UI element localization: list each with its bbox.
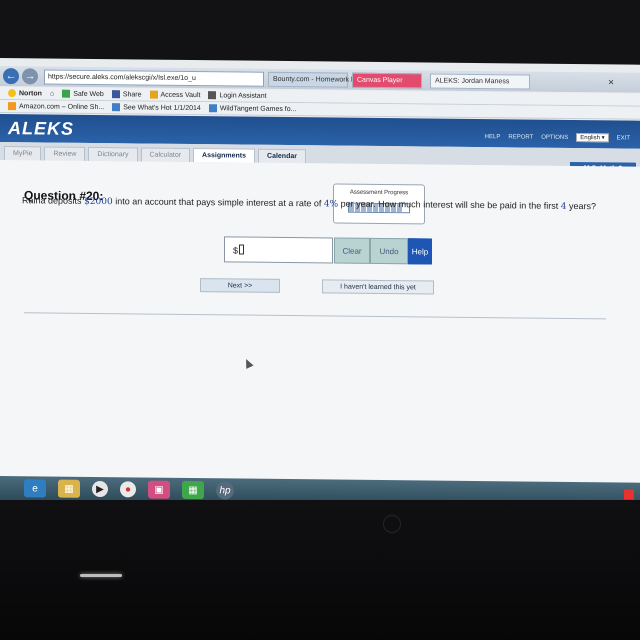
chrome-icon[interactable]: ●: [120, 481, 136, 498]
media-player-icon[interactable]: ▶: [92, 480, 108, 498]
clear-button[interactable]: Clear: [334, 237, 370, 264]
tab-aleks[interactable]: ALEKS: Jordan Maness: [430, 73, 530, 90]
answer-input[interactable]: $: [224, 236, 333, 264]
amazon-icon: [8, 102, 16, 111]
ie-page-icon: [208, 104, 217, 113]
bookmark-amazon[interactable]: Amazon.com – Online Sh...: [8, 102, 104, 111]
forward-arrow-icon[interactable]: →: [22, 68, 38, 85]
vault-icon: [149, 90, 158, 99]
safe-web-button[interactable]: Safe Web: [62, 89, 104, 98]
status-light: [80, 574, 122, 577]
remote-icon[interactable]: ▣: [148, 480, 170, 499]
safe-web-icon: [62, 89, 71, 98]
years-value: 4: [560, 201, 567, 212]
tab-calendar[interactable]: Calendar: [258, 148, 306, 164]
options-link[interactable]: OPTIONS: [541, 134, 568, 140]
next-button[interactable]: Next >>: [200, 278, 280, 293]
login-icon: [208, 91, 217, 100]
exit-link[interactable]: EXIT: [617, 135, 630, 141]
progress-label: Assessment Progress: [349, 189, 409, 197]
home-icon[interactable]: ⌂: [50, 90, 54, 97]
norton-button[interactable]: Norton: [8, 89, 42, 98]
language-select[interactable]: English ▾: [576, 133, 609, 143]
access-vault-button[interactable]: Access Vault: [149, 90, 200, 100]
tab-calculator[interactable]: Calculator: [140, 147, 191, 162]
tab-label: ALEKS: Jordan Maness: [435, 77, 510, 85]
internet-explorer-icon[interactable]: e: [24, 479, 46, 498]
header-links: HELP REPORT OPTIONS English ▾ EXIT: [485, 132, 630, 143]
deposit-amount: $2000: [84, 196, 113, 208]
tab-review[interactable]: Review: [44, 146, 86, 161]
input-cursor-icon: [239, 244, 245, 255]
share-button[interactable]: Share: [111, 90, 142, 99]
havent-learned-button[interactable]: I haven't learned this yet: [322, 279, 434, 295]
windows-icon[interactable]: ▦: [182, 480, 204, 500]
laptop-frame: ← → https://secure.aleks.com/alekscgi/x/…: [0, 0, 640, 640]
ie-page-icon: [112, 103, 121, 112]
help-link[interactable]: HELP: [485, 134, 501, 140]
laptop-body: [0, 500, 640, 640]
tab-label: Canvas Player: [357, 76, 403, 84]
screen: ← → https://secure.aleks.com/alekscgi/x/…: [0, 58, 640, 507]
url-text: https://secure.aleks.com/alekscgi/x/Isl.…: [48, 73, 196, 82]
folder-icon[interactable]: ▦: [58, 479, 80, 498]
bookmark-wildtangent[interactable]: WildTangent Games fo...: [208, 104, 296, 113]
facebook-icon: [111, 90, 120, 99]
hp-icon[interactable]: hp: [216, 481, 234, 500]
screen-bezel-top: [0, 0, 640, 60]
hp-logo-emboss-icon: [383, 515, 401, 533]
tab-canvas-player[interactable]: Canvas Player: [352, 72, 422, 88]
close-tab-icon[interactable]: ×: [608, 77, 614, 88]
tab-dictionary[interactable]: Dictionary: [88, 146, 138, 162]
tab-assignments[interactable]: Assignments: [193, 148, 256, 163]
undo-button[interactable]: Undo: [370, 237, 408, 265]
tab-mypie[interactable]: MyPie: [4, 146, 42, 161]
answer-value: $: [233, 244, 245, 255]
bookmark-whats-hot[interactable]: See What's Hot 1/1/2014: [112, 103, 201, 112]
norton-check-icon: [8, 89, 16, 98]
report-link[interactable]: REPORT: [508, 134, 533, 140]
interest-rate: 4%: [323, 199, 339, 210]
notification-flag-icon[interactable]: [624, 489, 634, 500]
help-button[interactable]: Help: [408, 238, 432, 265]
tab-bounty[interactable]: Bounty.com - Homework help...: [268, 71, 370, 88]
aleks-logo: ALEKS: [8, 118, 75, 139]
address-bar[interactable]: https://secure.aleks.com/alekscgi/x/Isl.…: [44, 68, 264, 87]
back-arrow-icon[interactable]: ←: [3, 68, 19, 85]
login-assistant-button[interactable]: Login Assistant: [208, 91, 267, 100]
